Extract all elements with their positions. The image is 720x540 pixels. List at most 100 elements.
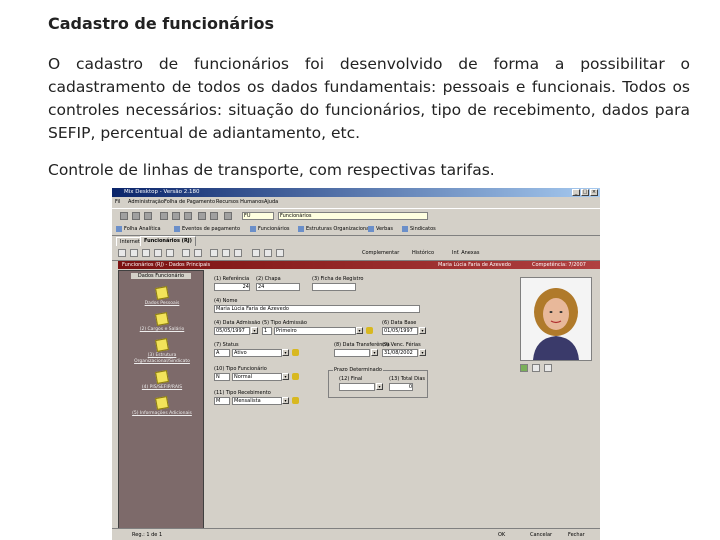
toolbar-icon-2[interactable]	[132, 212, 140, 220]
label-nome: (4) Nome	[214, 298, 238, 304]
section-estrutura[interactable]: (3) Estrutura Organizacional/Sindicato	[123, 338, 201, 365]
sections-header: Dados Funcionário	[131, 273, 191, 279]
refresh-icon[interactable]	[234, 249, 242, 257]
last-record-icon[interactable]	[166, 249, 174, 257]
final-dropdown[interactable]: ▾	[376, 383, 383, 390]
toolbar-icon-9[interactable]	[224, 212, 232, 220]
ficha-field[interactable]	[312, 283, 356, 291]
edit-photo-icon[interactable]	[532, 364, 540, 372]
data-admissao-field[interactable]: 05/05/1997	[214, 327, 250, 335]
company-code-field[interactable]: FU	[242, 212, 274, 220]
slide-paragraph-1: O cadastro de funcionários foi desenvolv…	[48, 55, 690, 142]
section-dados-pessoais[interactable]: Dados Pessoais	[123, 286, 201, 307]
save-icon[interactable]	[182, 249, 190, 257]
tipo-admissao-code[interactable]: 1	[262, 327, 272, 335]
calendar-icon[interactable]	[264, 249, 272, 257]
key-icon[interactable]	[366, 327, 373, 334]
toolbar-icon-7[interactable]	[198, 212, 206, 220]
tipo-admissao-dropdown[interactable]: ▾	[356, 327, 363, 334]
next-record-icon[interactable]	[154, 249, 162, 257]
minimize-button[interactable]: _	[572, 189, 580, 196]
data-base-dropdown[interactable]: ▾	[419, 327, 426, 334]
filter-icon[interactable]	[252, 249, 260, 257]
data-base-field[interactable]: 01/05/1997	[382, 327, 418, 335]
search-icon[interactable]	[210, 249, 218, 257]
status-code[interactable]: A	[214, 349, 230, 357]
nav-folha-analitica[interactable]: Folha Analítica	[116, 225, 161, 233]
delete-icon[interactable]	[194, 249, 202, 257]
add-photo-icon[interactable]	[520, 364, 528, 372]
tipo-recebimento-select[interactable]: Mensalista	[232, 397, 282, 405]
nav-estruturas[interactable]: Estruturas Organizacionais	[298, 225, 373, 233]
referencia-field[interactable]: 24	[214, 283, 250, 291]
menu-item-administracao[interactable]: Administração	[128, 199, 164, 205]
maximize-button[interactable]: □	[581, 189, 589, 196]
inf-anexas-menu[interactable]: Inf. Anexas	[452, 250, 479, 256]
venc-ferias-dropdown[interactable]: ▾	[419, 349, 426, 356]
key-icon[interactable]	[292, 397, 299, 404]
inner-competencia: Competência: 7/2007	[532, 262, 586, 268]
tipo-funcionario-select[interactable]: Normal	[232, 373, 282, 381]
key-icon[interactable]	[292, 373, 299, 380]
close-form-button[interactable]: Fechar	[568, 532, 585, 538]
status-dropdown[interactable]: ▾	[282, 349, 289, 356]
nav-sindicatos[interactable]: Sindicatos	[402, 225, 436, 233]
section-cargos-salario[interactable]: (2) Cargos e Salário	[123, 312, 201, 333]
toolbar-icon-5[interactable]	[172, 212, 180, 220]
menu-item-file[interactable]: Fil	[115, 199, 120, 205]
toolbar-icon-6[interactable]	[184, 212, 192, 220]
tipo-funcionario-dropdown[interactable]: ▾	[282, 373, 289, 380]
tab-strip: Internet Funcionários (RJ)	[112, 236, 600, 247]
module-field[interactable]: Funcionários	[278, 212, 428, 220]
chapa-field[interactable]: 24	[256, 283, 300, 291]
help-icon[interactable]	[276, 249, 284, 257]
toolbar-icon-4[interactable]	[160, 212, 168, 220]
ok-button[interactable]: OK	[498, 532, 505, 538]
money-icon	[368, 225, 374, 232]
complementar-menu[interactable]: Complementar	[362, 250, 399, 256]
status-select[interactable]: Ativo	[232, 349, 282, 357]
close-button[interactable]: ×	[590, 189, 598, 196]
key-icon[interactable]	[292, 349, 299, 356]
tipo-recebimento-dropdown[interactable]: ▾	[282, 397, 289, 404]
people-icon	[250, 225, 256, 232]
tipo-funcionario-code[interactable]: N	[214, 373, 230, 381]
label-chapa: (2) Chapa	[256, 276, 281, 282]
venc-ferias-field[interactable]: 31/08/2002	[382, 349, 418, 357]
data-admissao-dropdown[interactable]: ▾	[251, 327, 258, 334]
historico-menu[interactable]: Histórico	[412, 250, 434, 256]
data-transferencia-field[interactable]	[334, 349, 370, 357]
section-pis-sefip[interactable]: (4) PIS/SEFIP/RAIS	[123, 370, 201, 391]
nav-verbas[interactable]: Verbas	[368, 225, 393, 233]
nome-field[interactable]: Maria Lúcia Faria de Azevedo	[214, 305, 420, 313]
new-record-icon[interactable]	[118, 249, 126, 257]
final-field[interactable]	[339, 383, 375, 391]
section-info-adicionais[interactable]: (5) Informações Adicionais	[123, 396, 201, 417]
structure-icon	[298, 225, 304, 232]
toolbar-icon-8[interactable]	[210, 212, 218, 220]
remove-photo-icon[interactable]	[544, 364, 552, 372]
cancel-button[interactable]: Cancelar	[530, 532, 552, 538]
first-record-icon[interactable]	[130, 249, 138, 257]
note-icon	[155, 338, 169, 352]
label-final: (12) Final	[339, 376, 363, 382]
label-data-base: (6) Data Base	[382, 320, 417, 326]
data-transferencia-dropdown[interactable]: ▾	[371, 349, 378, 356]
inner-employee-name: Maria Lúcia Faria de Azevedo	[438, 262, 511, 268]
menu-item-ajuda[interactable]: Ajuda	[264, 199, 278, 205]
print-icon[interactable]	[222, 249, 230, 257]
toolbar-icon-3[interactable]	[144, 212, 152, 220]
menu-bar: Fil Administração Folha de Pagamento Rec…	[112, 197, 600, 207]
menu-item-folha[interactable]: Folha de Pagamento	[164, 199, 215, 205]
menu-item-rh[interactable]: Recursos Humanos	[216, 199, 264, 205]
nav-eventos[interactable]: Eventos de pagamento	[174, 225, 240, 233]
label-tipo-admissao: (5) Tipo Admissão	[262, 320, 307, 326]
toolbar-icon-1[interactable]	[120, 212, 128, 220]
tipo-admissao-select[interactable]: Primeiro	[274, 327, 356, 335]
tipo-recebimento-code[interactable]: M	[214, 397, 230, 405]
label-tipo-recebimento: (11) Tipo Recebimento	[214, 390, 271, 396]
nav-funcionarios[interactable]: Funcionários	[250, 225, 289, 233]
prev-record-icon[interactable]	[142, 249, 150, 257]
note-icon	[155, 370, 169, 384]
total-dias-field[interactable]: 0	[389, 383, 413, 391]
